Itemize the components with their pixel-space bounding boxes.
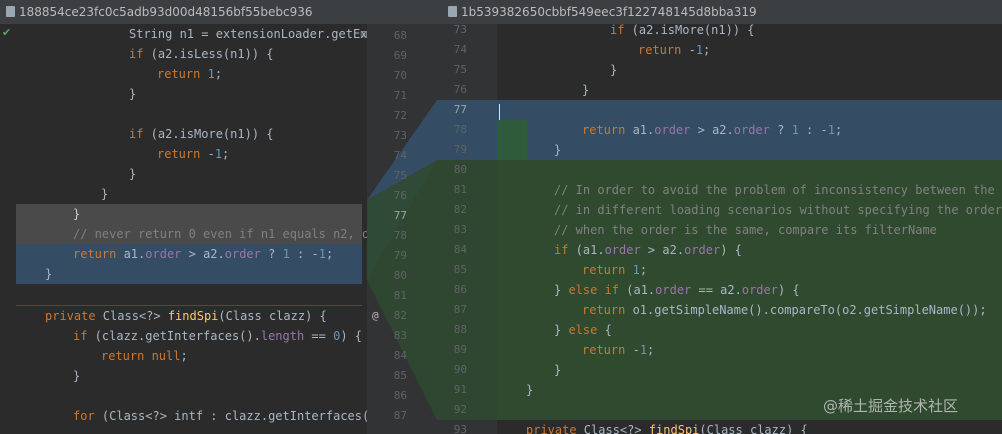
code-line: } (129, 87, 137, 101)
diff-gutter: 68 69 70 71 72 73 74 75 76 77 78 79 80 81 82 83 84 85 86 87… (367, 24, 497, 434)
right-line-number: 91 (453, 383, 467, 396)
inner-change-marker (497, 120, 527, 160)
code-line: return null; (101, 349, 188, 363)
code-line: } (73, 369, 81, 383)
code-line-changed: } (554, 143, 562, 157)
right-line-number: 74 (453, 43, 467, 56)
code-line: } (610, 63, 618, 77)
right-line-number: 76 (453, 83, 467, 96)
watermark: @稀土掘金技术社区 (823, 397, 959, 415)
left-line-number: 87 (393, 409, 407, 422)
left-line-number: 75 (393, 169, 407, 182)
right-line-number: 90 (453, 363, 467, 376)
code-line: if (clazz.getInterfaces().length == 0) { (73, 329, 363, 343)
code-line-added: // when the order is the same, compare i… (554, 223, 937, 237)
right-line-number: 80 (453, 163, 467, 176)
left-line-number: 69 (393, 49, 407, 62)
right-line-number: 78 (453, 123, 467, 136)
text-caret (499, 104, 500, 120)
code-line: if (a2.isMore(n1)) { (129, 127, 274, 141)
left-line-number: 72 (393, 109, 407, 122)
code-line: if (a2.isMore(n1)) { (610, 24, 755, 37)
left-line-number: 85 (393, 369, 407, 382)
check-icon: ✔ (2, 26, 12, 39)
left-line-number: 81 (393, 289, 407, 302)
left-line-number: 84 (393, 349, 407, 362)
right-code-pane[interactable]: if (a2.isMore(n1)) { return -1; } } retu… (497, 24, 1002, 434)
right-line-number: 75 (453, 63, 467, 76)
code-line-changed: return a1.order > a2.order ? 1 : -1; (16, 244, 362, 264)
right-revision-hash: 1b539382650cbbf549eec3f122748145d8bba319 (461, 5, 757, 19)
left-code-pane[interactable]: ✔ String n1 = extensionLoader.getEx if (… (0, 24, 367, 434)
left-line-number: 74 (393, 149, 407, 162)
right-line-number: 85 (453, 263, 467, 276)
implements-icon[interactable]: @ (372, 309, 379, 322)
left-line-number: 70 (393, 69, 407, 82)
code-line-changed: } (16, 264, 362, 284)
code-line: private Class<?> findSpi(Class clazz) { (526, 423, 808, 434)
code-line: return -1; (638, 43, 711, 57)
left-line-number: 86 (393, 389, 407, 402)
right-line-number: 84 (453, 243, 467, 256)
left-line-number: 73 (393, 129, 407, 142)
file-icon (448, 6, 457, 17)
right-line-number: 93 (453, 423, 467, 434)
left-line-number: 82 (393, 309, 407, 322)
right-line-number: 79 (453, 143, 467, 156)
code-line-added: // in different loading scenarios withou… (554, 203, 1002, 217)
code-line-added: return -1; (582, 343, 655, 357)
right-line-number: 82 (453, 203, 467, 216)
code-line: } (582, 83, 590, 97)
right-line-number: 89 (453, 343, 467, 356)
left-line-number: 77 (393, 209, 407, 222)
code-line-changed: return a1.order > a2.order ? 1 : -1; (582, 123, 843, 137)
left-line-number: 78 (393, 229, 407, 242)
left-line-number: 71 (393, 89, 407, 102)
left-line-number: 80 (393, 269, 407, 282)
code-line: for (Class<?> intf : clazz.getInterfaces… (73, 409, 367, 423)
right-line-number: 83 (453, 223, 467, 236)
code-line-changed: // never return 0 even if n1 equals n2, … (16, 224, 367, 244)
left-line-number: 79 (393, 249, 407, 262)
code-line-added: } (554, 363, 562, 377)
code-line: private Class<?> findSpi(Class clazz) { (45, 309, 327, 323)
right-line-number: 87 (453, 303, 467, 316)
right-line-number: 73 (453, 24, 467, 36)
code-line: return -1; (157, 147, 230, 161)
code-line: } (101, 187, 109, 201)
left-line-number: 68 (393, 29, 407, 42)
left-line-number: 83 (393, 329, 407, 342)
right-line-number: 88 (453, 323, 467, 336)
code-line: return 1; (157, 67, 223, 81)
right-line-number: 92 (453, 403, 467, 416)
right-line-number: 77 (453, 103, 467, 116)
code-line: String n1 = extensionLoader.getEx (129, 27, 367, 41)
left-revision-hash: 188854ce23fc0c5adb93d00d48156bf55bebc936 (19, 5, 313, 19)
left-line-number: 76 (393, 189, 407, 202)
code-line-added: // In order to avoid the problem of inco… (554, 183, 1002, 197)
code-line-changed: } (16, 204, 362, 224)
right-line-number: 86 (453, 283, 467, 296)
diff-tab-bar: 188854ce23fc0c5adb93d00d48156bf55bebc936… (0, 0, 1002, 25)
code-line-added: return 1; (582, 263, 648, 277)
code-line-added: return o1.getSimpleName().compareTo(o2.g… (582, 303, 987, 317)
code-line-added: } else { (554, 323, 612, 337)
code-line: if (a2.isLess(n1)) { (129, 47, 274, 61)
code-line-added: if (a1.order > a2.order) { (554, 243, 742, 257)
file-icon (6, 6, 15, 17)
left-revision-tab[interactable]: 188854ce23fc0c5adb93d00d48156bf55bebc936 (6, 0, 313, 24)
code-line-added: } else if (a1.order == a2.order) { (554, 283, 800, 297)
code-line: } (129, 167, 137, 181)
right-line-number: 81 (453, 183, 467, 196)
right-revision-tab[interactable]: 1b539382650cbbf549eec3f122748145d8bba319 (448, 0, 757, 24)
